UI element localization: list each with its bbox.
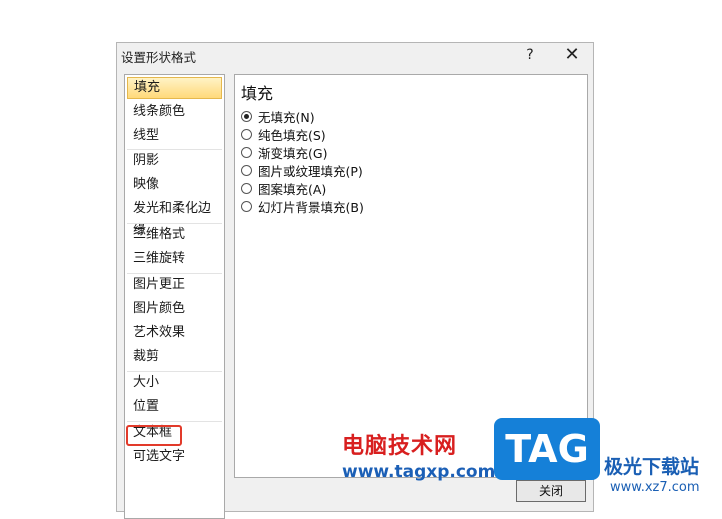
- watermark-site-url: www.tagxp.com: [342, 462, 496, 482]
- nav-item-line-color[interactable]: 线条颜色: [127, 101, 222, 123]
- watermark-logo-url: www.xz7.com: [610, 480, 700, 495]
- tag-logo: TAG: [494, 418, 600, 480]
- option-label: 幻灯片背景填充(B): [258, 200, 364, 215]
- watermark-site-name: 电脑技术网: [342, 434, 458, 459]
- radio-icon[interactable]: [241, 147, 252, 158]
- option-picture-texture-fill[interactable]: 图片或纹理填充(P): [241, 162, 363, 179]
- option-label: 纯色填充(S): [258, 128, 326, 143]
- nav-item-alt-text[interactable]: 可选文字: [127, 446, 222, 468]
- nav-item-3d-rotation[interactable]: 三维旋转: [127, 248, 222, 270]
- nav-item-fill[interactable]: 填充: [127, 77, 222, 99]
- radio-icon[interactable]: [241, 201, 252, 212]
- nav-item-artistic-effects[interactable]: 艺术效果: [127, 322, 222, 344]
- option-slide-background-fill[interactable]: 幻灯片背景填充(B): [241, 198, 364, 215]
- nav-item-picture-color[interactable]: 图片颜色: [127, 298, 222, 320]
- dialog-title: 设置形状格式: [121, 50, 197, 65]
- nav-item-picture-corrections[interactable]: 图片更正: [127, 274, 222, 296]
- option-label: 图片或纹理填充(P): [258, 164, 363, 179]
- nav-item-reflection[interactable]: 映像: [127, 174, 222, 196]
- radio-icon[interactable]: [241, 129, 252, 140]
- close-icon[interactable]: ✕: [557, 43, 587, 67]
- nav-item-position[interactable]: 位置: [127, 396, 222, 418]
- nav-item-shadow[interactable]: 阴影: [127, 150, 222, 172]
- category-nav: 填充 线条颜色 线型 阴影 映像 发光和柔化边缘 三维格式 三维旋转 图片更正 …: [124, 74, 225, 519]
- option-solid-fill[interactable]: 纯色填充(S): [241, 126, 326, 143]
- highlight-annotation: [126, 425, 182, 446]
- option-no-fill[interactable]: 无填充(N): [241, 108, 315, 125]
- option-gradient-fill[interactable]: 渐变填充(G): [241, 144, 327, 161]
- close-button[interactable]: 关闭: [516, 480, 586, 502]
- nav-item-3d-format[interactable]: 三维格式: [127, 224, 222, 246]
- panel-title: 填充: [241, 84, 274, 103]
- dialog-titlebar: 设置形状格式 ? ✕: [117, 43, 593, 67]
- nav-item-size[interactable]: 大小: [127, 372, 222, 394]
- radio-checked-icon[interactable]: [241, 111, 252, 122]
- nav-item-line-style[interactable]: 线型: [127, 125, 222, 147]
- option-label: 无填充(N): [258, 110, 315, 125]
- option-label: 渐变填充(G): [258, 146, 328, 161]
- radio-icon[interactable]: [241, 165, 252, 176]
- help-button[interactable]: ?: [515, 43, 545, 67]
- option-label: 图案填充(A): [258, 182, 327, 197]
- option-pattern-fill[interactable]: 图案填充(A): [241, 180, 326, 197]
- nav-item-crop[interactable]: 裁剪: [127, 346, 222, 368]
- watermark-logo-site: 极光下载站: [604, 456, 700, 478]
- nav-item-glow-soft-edges[interactable]: 发光和柔化边缘: [127, 198, 222, 238]
- radio-icon[interactable]: [241, 183, 252, 194]
